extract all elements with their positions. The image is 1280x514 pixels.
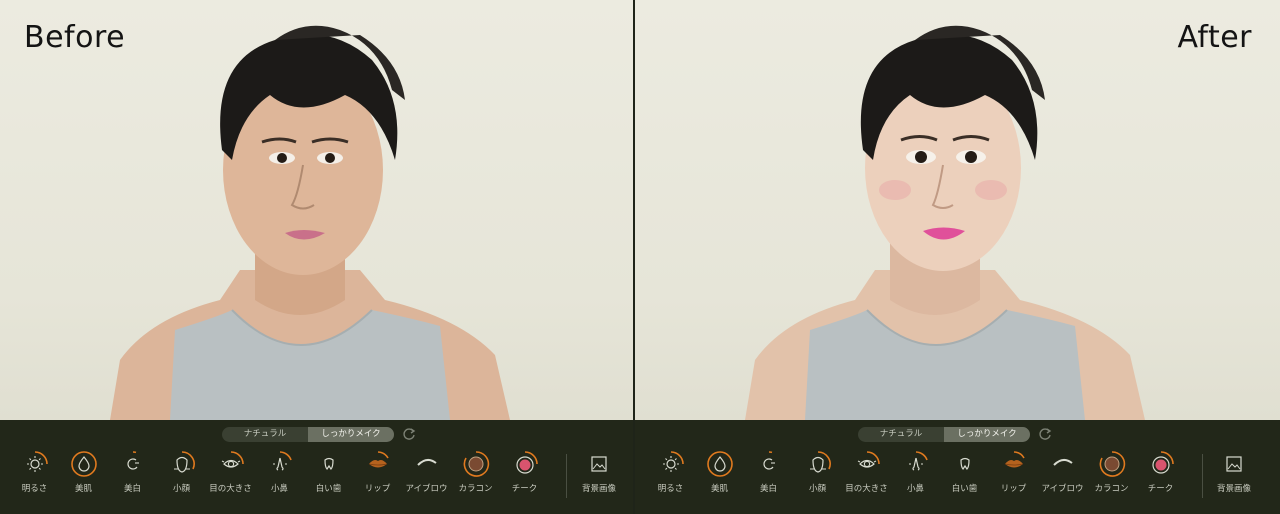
- eyebrow-icon: [416, 459, 437, 466]
- sun-icon: [26, 451, 48, 472]
- tooth-icon: [959, 457, 970, 470]
- tool-label: 白い歯: [315, 484, 342, 494]
- tool-eye-size[interactable]: 目の大きさ: [206, 450, 255, 494]
- tool-color-contact[interactable]: カラコン: [451, 450, 500, 494]
- face-icon: [173, 451, 195, 473]
- mode-natural-button[interactable]: ナチュラル: [222, 427, 308, 442]
- lips-icon: [368, 451, 389, 468]
- tool-brightness[interactable]: 明るさ: [10, 450, 59, 494]
- tool-nose[interactable]: 小鼻: [255, 450, 304, 494]
- tool-color-contact[interactable]: カラコン: [1087, 450, 1136, 494]
- tool-label: カラコン: [1094, 484, 1129, 494]
- tool-eye-size[interactable]: 目の大きさ: [842, 450, 891, 494]
- before-label: Before: [24, 20, 126, 55]
- tool-smooth-skin[interactable]: 美肌: [59, 450, 108, 494]
- tool-white-teeth[interactable]: 白い歯: [304, 450, 353, 494]
- tool-label: カラコン: [458, 484, 493, 494]
- mode-full-makeup-button[interactable]: しっかりメイク: [308, 427, 394, 442]
- lips-icon: [1004, 451, 1025, 468]
- tool-background-image[interactable]: 背景画像: [569, 450, 629, 494]
- tool-label: 明るさ: [21, 484, 48, 494]
- tool-blush[interactable]: チーク: [500, 450, 549, 494]
- tool-label: 美白: [759, 484, 777, 494]
- tool-label: アイブロウ: [1041, 484, 1084, 494]
- drop-icon: [70, 451, 97, 477]
- tool-label: 目の大きさ: [845, 484, 888, 494]
- tool-label: 小顔: [172, 484, 190, 494]
- tool-label: リップ: [1000, 484, 1027, 494]
- tool-whitening[interactable]: 美白: [108, 450, 157, 494]
- tooth-icon: [323, 457, 334, 470]
- tool-lip[interactable]: リップ: [353, 450, 402, 494]
- tool-label: 白い歯: [951, 484, 978, 494]
- tool-label: リップ: [364, 484, 391, 494]
- refresh-icon[interactable]: [1038, 427, 1052, 441]
- nose-icon: [908, 451, 928, 471]
- eye-icon: [221, 451, 244, 468]
- blush-icon: [1151, 451, 1174, 474]
- face-icon: [809, 451, 831, 473]
- after-label: After: [1177, 20, 1252, 55]
- tool-label: チーク: [1147, 484, 1174, 494]
- portrait-before-image: [110, 25, 510, 420]
- blush-icon: [515, 451, 538, 474]
- tool-eyebrow[interactable]: アイブロウ: [402, 450, 451, 494]
- tool-brightness[interactable]: 明るさ: [646, 450, 695, 494]
- tool-label: 美肌: [710, 484, 728, 494]
- contact-lens-icon: [1099, 451, 1125, 477]
- mode-natural-button[interactable]: ナチュラル: [858, 427, 944, 442]
- tool-label: 背景画像: [581, 484, 616, 494]
- tool-eyebrow[interactable]: アイブロウ: [1038, 450, 1087, 494]
- sparkle-icon: [126, 451, 139, 470]
- tool-label: 美肌: [74, 484, 92, 494]
- tool-label: 明るさ: [657, 484, 684, 494]
- tool-row: 明るさ 美肌 美白 小顔 目の大きさ 小鼻 白い歯 リップ アイブロウ カラコン…: [646, 450, 1185, 494]
- before-photo: [0, 0, 633, 420]
- tool-lip[interactable]: リップ: [989, 450, 1038, 494]
- contact-lens-icon: [463, 451, 489, 477]
- before-toolbar: ナチュラル しっかりメイク 明るさ 美肌 美白 小顔 目の大きさ 小鼻 白い歯 …: [0, 420, 633, 514]
- sun-icon: [662, 451, 684, 472]
- tool-background-image[interactable]: 背景画像: [1204, 450, 1264, 494]
- image-icon: [1226, 456, 1242, 472]
- tool-label: 小鼻: [270, 484, 288, 494]
- image-icon: [591, 456, 607, 472]
- tool-label: アイブロウ: [405, 484, 448, 494]
- tool-whitening[interactable]: 美白: [744, 450, 793, 494]
- divider: [1202, 454, 1203, 498]
- portrait-after-image: [745, 25, 1145, 420]
- tool-label: 背景画像: [1216, 484, 1251, 494]
- tool-label: 小顔: [808, 484, 826, 494]
- after-panel: After ナチュラル しっかりメイク 明るさ 美肌 美白 小顔 目の大きさ 小…: [635, 0, 1280, 514]
- mode-full-makeup-button[interactable]: しっかりメイク: [944, 427, 1030, 442]
- eye-icon: [857, 451, 880, 468]
- refresh-icon[interactable]: [402, 427, 416, 441]
- after-photo: [635, 0, 1280, 420]
- tool-blush[interactable]: チーク: [1136, 450, 1185, 494]
- tool-row: 明るさ 美肌 美白 小顔 目の大きさ 小鼻 白い歯 リップ アイブロウ カラコン…: [10, 450, 549, 494]
- before-panel: Before ナチュラル しっかりメイク 明るさ 美肌 美白 小顔 目の大きさ …: [0, 0, 633, 514]
- tool-nose[interactable]: 小鼻: [891, 450, 940, 494]
- tool-label: 小鼻: [906, 484, 924, 494]
- drop-icon: [706, 451, 733, 477]
- divider: [566, 454, 567, 498]
- tool-label: 美白: [123, 484, 141, 494]
- tool-white-teeth[interactable]: 白い歯: [940, 450, 989, 494]
- tool-label: 目の大きさ: [209, 484, 252, 494]
- tool-small-face[interactable]: 小顔: [793, 450, 842, 494]
- tool-smooth-skin[interactable]: 美肌: [695, 450, 744, 494]
- tool-small-face[interactable]: 小顔: [157, 450, 206, 494]
- tool-label: チーク: [511, 484, 538, 494]
- sparkle-icon: [762, 451, 775, 470]
- nose-icon: [272, 451, 292, 471]
- mode-toggle[interactable]: ナチュラル しっかりメイク: [222, 427, 394, 442]
- mode-toggle[interactable]: ナチュラル しっかりメイク: [858, 427, 1030, 442]
- eyebrow-icon: [1052, 459, 1073, 466]
- after-toolbar: ナチュラル しっかりメイク 明るさ 美肌 美白 小顔 目の大きさ 小鼻 白い歯 …: [635, 420, 1280, 514]
